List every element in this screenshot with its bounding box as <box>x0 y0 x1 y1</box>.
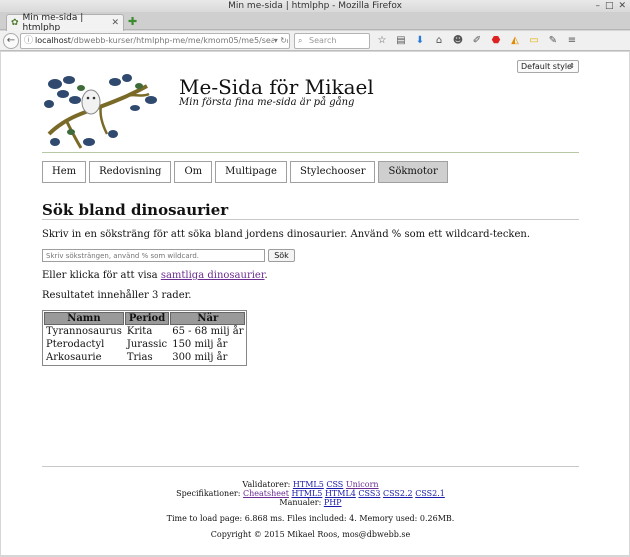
table-cell: Trias <box>126 352 153 363</box>
validators-label: Validatorer: <box>242 480 293 489</box>
maximize-icon[interactable]: □ <box>605 1 614 11</box>
show-all-text: Eller klicka för att visa samtliga dinos… <box>42 270 268 281</box>
validator-link-html5[interactable]: HTML5 <box>293 480 324 489</box>
adblock-icon[interactable]: ⬣ <box>490 34 502 48</box>
window-title: Min me-sida | htmlphp - Mozilla Firefox <box>228 1 402 11</box>
footer-manuals: Manualer: PHP <box>42 498 579 507</box>
chat-icon[interactable]: ☻ <box>452 34 464 48</box>
table-header-row: Namn Period När <box>44 312 246 325</box>
column-header: Period <box>124 312 170 325</box>
tab-close-icon[interactable]: ✕ <box>111 18 119 28</box>
nav-item-stylechooser[interactable]: Stylechooser <box>289 161 376 183</box>
site-slogan: Min första fina me-sida är på gång <box>179 97 355 108</box>
table-cell: 150 milj år <box>172 339 228 350</box>
page-title: Sök bland dinosaurier <box>42 201 229 219</box>
spec-link-css3[interactable]: CSS3 <box>358 489 380 498</box>
tab-label: Min me-sida | htmlphp <box>22 13 84 33</box>
specs-label: Specifikationer: <box>176 489 243 498</box>
note-icon[interactable]: ▭ <box>528 34 540 48</box>
style-switcher-select[interactable]: Default style ⇕ <box>517 60 579 73</box>
bookmark-star-icon[interactable]: ☆ <box>376 34 388 48</box>
tree-logo-icon <box>44 74 157 149</box>
column-header: Namn <box>44 312 124 325</box>
site-info-icon[interactable]: ⓘ <box>24 34 33 48</box>
home-icon[interactable]: ⌂ <box>433 34 445 48</box>
dinosaur-search-input[interactable] <box>42 249 265 262</box>
chevron-updown-icon: ⇕ <box>569 62 575 70</box>
table-cell: 300 milj år <box>172 352 228 363</box>
dinosaur-table: Namn Period När Tyrannosaurus Krita 65 -… <box>42 310 248 366</box>
tab-bar: ✿ Min me-sida | htmlphp ✕ ✚ <box>0 12 630 33</box>
header-divider <box>42 152 579 153</box>
nav-item-multipage[interactable]: Multipage <box>215 161 287 183</box>
browser-tab[interactable]: ✿ Min me-sida | htmlphp ✕ <box>6 13 124 33</box>
copyright: Copyright © 2015 Mikael Roos, mos@dbwebb… <box>210 530 411 539</box>
table-row: Arkosaurie Trias 300 milj år <box>44 352 245 364</box>
table-cell: 65 - 68 milj år <box>172 326 244 337</box>
result-count: Resultatet innehåller 3 rader. <box>42 290 192 301</box>
search-button[interactable]: Sök <box>268 249 295 262</box>
table-row: Pterodactyl Jurassic 150 milj år <box>44 339 245 351</box>
menu-icon[interactable]: ≡ <box>566 34 578 48</box>
favicon-icon: ✿ <box>11 18 19 28</box>
intro-text: Skriv in en söksträng för att söka bland… <box>42 229 531 240</box>
load-info: Time to load page: 6.868 ms. Files inclu… <box>166 514 455 523</box>
footer-specifications: Specifikationer: Cheatsheet HTML5 HTML4 … <box>42 489 579 498</box>
spec-link-html5[interactable]: HTML5 <box>291 489 322 498</box>
validator-link-unicorn[interactable]: Unicorn <box>346 480 379 489</box>
show-all-suffix: . <box>264 270 268 281</box>
download-icon[interactable]: ⬇ <box>414 34 426 48</box>
sync-icon[interactable]: ◭ <box>509 34 521 48</box>
search-icon: ⌕ <box>298 36 303 45</box>
pen-icon[interactable]: ✎ <box>547 34 559 48</box>
table-cell: Jurassic <box>126 339 168 350</box>
page-viewport: Default style ⇕ Me-Sida för Mikael Min f… <box>1 52 629 555</box>
back-button[interactable]: ← <box>3 33 19 49</box>
table-row: Tyrannosaurus Krita 65 - 68 milj år <box>44 326 245 338</box>
nav-item-redovisning[interactable]: Redovisning <box>89 161 172 183</box>
table-cell: Krita <box>126 326 153 337</box>
table-cell: Pterodactyl <box>46 339 105 350</box>
column-header: När <box>170 312 246 325</box>
url-path: /dbwebb-kurser/htmlphp-me/me/kmom05/me5/… <box>70 36 290 45</box>
close-window-icon[interactable]: ✕ <box>618 1 626 11</box>
url-bar[interactable]: ⓘ localhost/dbwebb-kurser/htmlphp-me/me/… <box>20 33 290 49</box>
navigation-toolbar: ← ⓘ localhost/dbwebb-kurser/htmlphp-me/m… <box>0 31 630 51</box>
minimize-icon[interactable]: – <box>595 1 600 11</box>
validator-link-css[interactable]: CSS <box>326 480 343 489</box>
reload-icon[interactable]: ▾ ↻ <box>273 34 287 48</box>
table-cell: Tyrannosaurus <box>46 326 122 337</box>
site-logo <box>41 72 161 156</box>
new-tab-icon[interactable]: ✚ <box>128 15 137 28</box>
nav-item-hem[interactable]: Hem <box>42 161 87 183</box>
window-controls: – □ ✕ <box>595 1 626 11</box>
heading-divider <box>42 219 579 220</box>
nav-item-sokmotor[interactable]: Sökmotor <box>378 161 448 183</box>
nav-item-om[interactable]: Om <box>174 161 213 183</box>
window-titlebar: Min me-sida | htmlphp - Mozilla Firefox … <box>0 0 630 12</box>
addon-icon[interactable]: ✐ <box>471 34 483 48</box>
manual-link-php[interactable]: PHP <box>324 498 342 507</box>
spec-link-css21[interactable]: CSS2.1 <box>415 489 445 498</box>
browser-search-box[interactable]: ⌕ Search <box>294 33 370 49</box>
manuals-label: Manualer: <box>279 498 324 507</box>
spec-link-html4[interactable]: HTML4 <box>325 489 356 498</box>
reading-list-icon[interactable]: ▤ <box>395 34 407 48</box>
show-all-link[interactable]: samtliga dinosaurier <box>161 270 265 281</box>
site-title: Me-Sida för Mikael <box>179 75 374 99</box>
footer-divider <box>42 466 579 467</box>
footer-validators: Validatorer: HTML5 CSS Unicorn <box>42 480 579 489</box>
spec-link-css22[interactable]: CSS2.2 <box>383 489 413 498</box>
spec-link-cheatsheet[interactable]: Cheatsheet <box>243 489 289 498</box>
toolbar-icons: ☆ ▤ ⬇ ⌂ ☻ ✐ ⬣ ◭ ▭ ✎ ≡ <box>376 34 578 48</box>
main-navigation: Hem Redovisning Om Multipage Stylechoose… <box>42 161 448 183</box>
style-switcher-value: Default style <box>521 62 572 71</box>
table-cell: Arkosaurie <box>46 352 102 363</box>
show-all-prefix: Eller klicka för att visa <box>42 270 161 281</box>
url-host: localhost <box>35 36 71 45</box>
search-placeholder: Search <box>309 36 337 45</box>
